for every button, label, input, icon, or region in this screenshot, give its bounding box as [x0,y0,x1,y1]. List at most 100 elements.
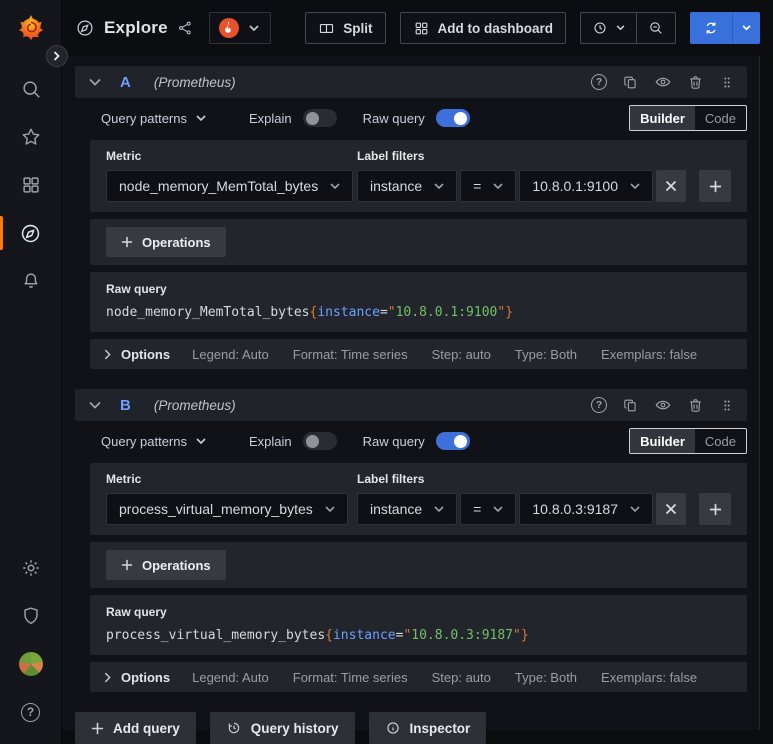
add-operation-button[interactable]: Operations [106,227,226,257]
chevron-down-icon [434,182,444,189]
remove-query-trash-icon[interactable] [687,397,704,414]
duplicate-query-icon[interactable] [622,74,639,91]
clock-icon [594,22,606,34]
page-title: Explore [75,18,193,38]
operations-panel: Operations [90,542,747,588]
code-mode-button[interactable]: Code [695,106,746,130]
bell-icon [23,273,38,288]
grafana-logo[interactable] [17,13,45,41]
metric-filters-panel: Metric process_virtual_memory_bytes Labe… [90,463,747,535]
sidebar-item-search[interactable] [0,65,61,113]
sidebar-item-starred[interactable] [0,113,61,161]
raw-query-toggle[interactable] [435,432,470,450]
query-actions: ? [591,396,735,414]
search-icon [22,81,40,98]
split-button[interactable]: Split [305,12,386,44]
add-to-dashboard-button[interactable]: Add to dashboard [399,12,566,44]
refresh-icon [706,22,716,34]
plus-icon [91,722,104,734]
chevron-right-icon [53,51,60,61]
query-header-a[interactable]: A (Prometheus) ? [75,66,747,98]
add-operation-button[interactable]: Operations [106,550,226,580]
sidebar-item-explore[interactable] [0,209,61,257]
star-icon [22,128,39,145]
query-datasource-label: (Prometheus) [153,397,236,413]
sidebar-item-help[interactable]: ? [0,688,61,736]
chevron-down-icon [630,505,640,512]
datasource-picker[interactable] [208,12,271,44]
chevron-down-icon [196,114,206,121]
dashboards-grid-icon [22,177,39,193]
zoom-out-icon [650,22,662,34]
filter-operator-select[interactable]: = [460,170,517,202]
chevron-down-icon [249,24,259,31]
zoom-out-time-range-button[interactable] [636,13,675,43]
share-shortened-link-button[interactable] [177,20,193,36]
split-view-icon [320,23,334,33]
explain-toggle[interactable] [302,432,337,450]
remove-filter-button[interactable] [656,170,686,202]
explain-label: Explain [249,110,292,126]
close-icon [665,180,677,192]
sidebar-item-configuration[interactable] [0,544,61,592]
add-filter-button[interactable] [699,493,731,525]
label-filters-label: Label filters [357,472,425,486]
metric-label: Metric [106,149,142,163]
sidebar-item-alerting[interactable] [0,257,61,305]
raw-query-toggle[interactable] [435,109,470,127]
editor-mode-switch: Builder Code [629,428,747,454]
nav-sidebar: ? [0,0,62,744]
time-picker-button[interactable] [581,13,636,43]
expand-sidebar-button[interactable] [46,45,68,67]
raw-query-panel: Raw query node_memory_MemTotal_bytes{ins… [90,272,747,332]
filter-value-select[interactable]: 10.8.0.3:9187 [519,493,653,525]
query-options-collapse[interactable]: Options Legend: Auto Format: Time series… [90,662,747,692]
chevron-down-icon [630,182,640,189]
filter-operator-select[interactable]: = [460,493,517,525]
query-history-button[interactable]: Query history [209,712,355,744]
share-icon [178,21,191,35]
query-help-icon[interactable]: ? [591,397,607,413]
drag-handle-grip-icon[interactable] [719,74,735,91]
run-query-button-group [690,12,760,44]
add-filter-button[interactable] [699,170,731,202]
user-avatar [18,652,43,676]
code-mode-button[interactable]: Code [695,429,746,453]
disable-query-eye-icon[interactable] [654,73,672,91]
query-patterns-dropdown[interactable]: Query patterns [101,111,206,126]
type-option: Type: Both [514,669,578,685]
collapse-chevron-icon [89,401,101,409]
query-options-collapse[interactable]: Options Legend: Auto Format: Time series… [90,339,747,369]
sidebar-item-server-admin[interactable] [0,592,61,640]
filter-label-select[interactable]: instance [357,493,458,525]
drag-handle-grip-icon[interactable] [719,397,735,414]
disable-query-eye-icon[interactable] [654,396,672,414]
builder-mode-button[interactable]: Builder [630,429,695,453]
query-patterns-dropdown[interactable]: Query patterns [101,434,206,449]
query-header-b[interactable]: B (Prometheus) ? [75,389,747,421]
chevron-down-icon [493,505,503,512]
duplicate-query-icon[interactable] [622,397,639,414]
remove-query-trash-icon[interactable] [687,74,704,91]
chevron-down-icon [196,437,206,444]
query-editor-row-a: A (Prometheus) ? Query patterns Explain [75,66,747,369]
explain-toggle[interactable] [302,109,337,127]
add-query-button[interactable]: Add query [75,712,196,744]
label-filters-label: Label filters [357,149,425,163]
sidebar-item-profile[interactable] [0,640,61,688]
refresh-interval-dropdown[interactable] [732,12,760,44]
builder-mode-button[interactable]: Builder [630,106,695,130]
collapse-chevron-icon [89,78,101,86]
run-query-refresh-button[interactable] [690,12,732,44]
metric-select[interactable]: process_virtual_memory_bytes [106,493,348,525]
metric-select[interactable]: node_memory_MemTotal_bytes [106,170,354,202]
query-help-icon[interactable]: ? [591,74,607,90]
editor-mode-switch: Builder Code [629,105,747,131]
filter-label-select[interactable]: instance [357,170,458,202]
remove-filter-button[interactable] [656,493,686,525]
raw-query-text: node_memory_MemTotal_bytes{instance="10.… [106,305,514,320]
inspector-button[interactable]: Inspector [368,712,487,744]
format-option: Format: Time series [292,669,408,685]
filter-value-select[interactable]: 10.8.0.1:9100 [519,170,653,202]
sidebar-item-dashboards[interactable] [0,161,61,209]
